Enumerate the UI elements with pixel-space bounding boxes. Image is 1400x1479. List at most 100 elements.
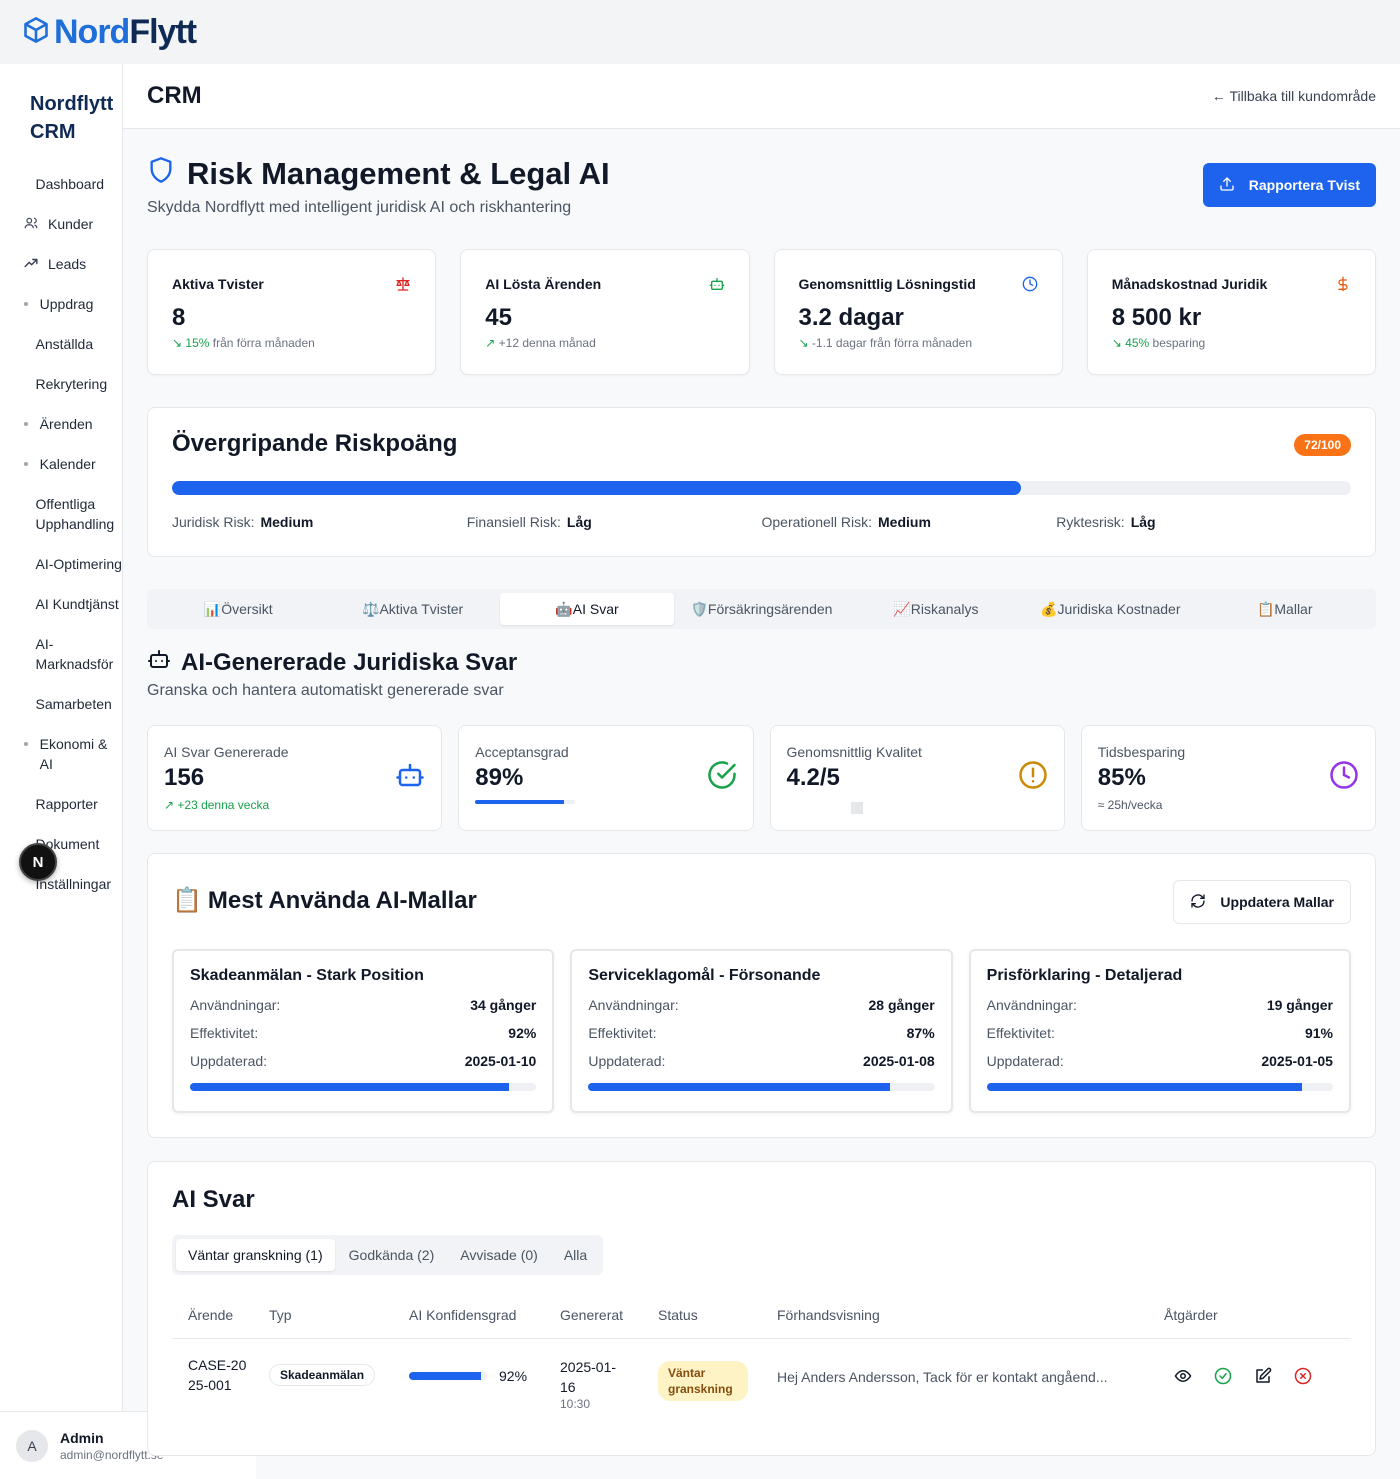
sidebar-item-rekrytering[interactable]: Rekrytering [0, 374, 122, 394]
stat-change-text: +12 denna månad [498, 336, 596, 350]
next-dev-label: N [32, 853, 44, 871]
hero: Risk Management & Legal AI Skydda Nordfl… [147, 155, 1376, 225]
view-button[interactable] [1174, 1367, 1192, 1388]
stat-card-ai-losta-arenden: AI Lösta Ärenden 45 ↗ +12 denna månad [460, 249, 750, 375]
sidebar-item-installningar[interactable]: Inställningar [0, 874, 122, 894]
risk-facts: Juridisk Risk: Medium Finansiell Risk: Låg O… [172, 514, 1351, 530]
tab-riskanalys[interactable]: 📈Riskanalys [849, 593, 1023, 625]
risk-fact-value: Låg [566, 514, 592, 530]
sidebar: Nordflytt CRM Dashboard Kunder Leads Uppdra… [0, 64, 123, 1479]
back-to-customer-link[interactable]: ← Tillbaka till kundområde [1212, 88, 1376, 104]
template-card[interactable]: Prisförklaring - Detaljerad Användningar:… [968, 949, 1351, 1113]
tab-ai-svar[interactable]: 🤖AI Svar [499, 593, 675, 625]
tab-oversikt[interactable]: 📊Översikt [151, 593, 325, 625]
sidebar-item-uppdrag[interactable]: Uppdrag [0, 294, 122, 314]
sidebar-item-anstallda[interactable]: Anställda [0, 334, 122, 354]
sidebar-nav: Dashboard Kunder Leads Uppdrag Anställda Rekr… [0, 174, 122, 894]
hero-subtitle: Skydda Nordflytt med intelligent juridis… [147, 199, 572, 216]
bullet-dot [24, 462, 28, 466]
clipboard-emoji: 📋 [172, 887, 202, 914]
filter-tab-vantar-granskning-1[interactable]: Väntar granskning (1) [176, 1239, 335, 1271]
sidebar-item-arenden[interactable]: Ärenden [0, 414, 122, 434]
reject-button[interactable] [1294, 1367, 1312, 1388]
trend-arrow-icon: ↘ [798, 336, 809, 350]
tab-juridiska-kostnader[interactable]: 💰Juridiska Kostnader [1023, 593, 1197, 625]
template-efficiency-bar [588, 1083, 935, 1091]
approve-button[interactable] [1214, 1367, 1232, 1388]
tab-aktiva-tvister[interactable]: ⚖️Aktiva Tvister [325, 593, 499, 625]
templates-card: 📋 Mest Använda AI-Mallar Uppdatera Malla… [147, 853, 1376, 1138]
template-row-updated: Uppdaterad: 2025-01-08 [588, 1047, 934, 1075]
sidebar-item-leads[interactable]: Leads [0, 254, 122, 274]
type-cell: Skadeanmälan [269, 1364, 376, 1386]
ai-stat-label: AI Svar Genererade [164, 744, 289, 760]
ai-stat-value: 89% [475, 764, 524, 791]
brand-logo[interactable]: NordFlytt [22, 13, 197, 52]
column-header-arende: Ärende [188, 1307, 234, 1323]
preview-text: Hej Anders Andersson, Tack för er kontak… [777, 1369, 1108, 1385]
upload-icon [1219, 176, 1235, 195]
sidebar-item-label: Samarbeten [35, 696, 112, 712]
sidebar-item-dokument[interactable]: Dokument [0, 834, 122, 854]
column-header-status: Status [658, 1307, 698, 1323]
top-bar: NordFlytt [0, 0, 1400, 64]
stat-label: AI Lösta Ärenden [485, 276, 602, 292]
template-efficiency-bar [190, 1083, 537, 1091]
confidence-cell: 92% [409, 1368, 527, 1384]
sidebar-item-kunder[interactable]: Kunder [0, 214, 122, 234]
templates-title-text: Mest Använda AI-Mallar [207, 886, 477, 914]
template-row-value: 92% [508, 1025, 537, 1041]
template-card[interactable]: Skadeanmälan - Stark Position Användninga… [172, 949, 555, 1113]
trending-up-icon [24, 254, 38, 270]
bullet-dot [24, 302, 28, 306]
stat-change-highlight: 15% [185, 336, 210, 350]
column-header-ai-konfidensgrad: AI Konfidensgrad [409, 1307, 517, 1323]
ai-stat-cards: AI Svar Genererade 156 ↗ +23 denna vecka Ac… [147, 725, 1376, 831]
status-cell: Väntar granskning [658, 1361, 748, 1401]
ai-stat-label: Acceptansgrad [475, 744, 569, 760]
template-card[interactable]: Serviceklagomål - Försonande Användningar… [570, 949, 953, 1113]
risk-fact-label: Ryktesrisk: [1056, 514, 1125, 530]
sidebar-item-ai-kundtjanst[interactable]: AI Kundtjänst [0, 594, 122, 614]
refresh-templates-button[interactable]: Uppdatera Mallar [1173, 880, 1351, 924]
filter-tab-alla[interactable]: Alla [552, 1239, 599, 1271]
report-dispute-label: Rapportera Tvist [1248, 177, 1360, 193]
sidebar-item-kalender[interactable]: Kalender [0, 454, 122, 474]
edit-button[interactable] [1254, 1367, 1272, 1388]
sidebar-item-offentliga-upphandling[interactable]: Offentliga Upphandling [0, 494, 122, 534]
risk-fact-operationell-risk: Operationell Risk: Medium [762, 514, 1057, 530]
response-filter-tabs: Väntar granskning (1) Godkända (2) Avvisad… [172, 1235, 604, 1275]
ai-stat-label: Tidsbesparing [1097, 744, 1186, 760]
tab-forsakringsarenden[interactable]: 🛡️Försäkringsärenden [674, 593, 848, 625]
ai-stat-value: 85% [1097, 764, 1146, 791]
tab-mallar[interactable]: 📋Mallar [1198, 593, 1372, 625]
filter-tab-godkanda-2[interactable]: Godkända (2) [337, 1239, 447, 1271]
template-row-label: Uppdaterad: [190, 1053, 268, 1069]
stat-value: 45 [485, 304, 512, 331]
sidebar-item-rapporter[interactable]: Rapporter [0, 794, 122, 814]
case-id[interactable]: CASE-2025-001 [188, 1355, 248, 1395]
sidebar-item-dashboard[interactable]: Dashboard [0, 174, 122, 194]
sidebar-item-samarbeten[interactable]: Samarbeten [0, 694, 122, 714]
bullet-dot [24, 742, 28, 746]
refresh-icon [1190, 893, 1206, 912]
next-dev-button[interactable]: N [19, 843, 57, 881]
template-row-efficiency: Effektivitet: 91% [987, 1019, 1333, 1047]
sidebar-item-ai-marknadsfor[interactable]: AI-Marknadsför [0, 634, 122, 674]
report-dispute-button[interactable]: Rapportera Tvist [1202, 163, 1376, 207]
sidebar-item-ekonomi-ai[interactable]: Ekonomi & AI [0, 734, 122, 774]
template-row-value: 91% [1304, 1025, 1333, 1041]
risk-fact-value: Låg [1130, 514, 1156, 530]
risk-title: Övergripande Riskpoäng [172, 430, 458, 457]
template-efficiency-fill [986, 1083, 1302, 1091]
page-title: CRM [147, 82, 202, 109]
filter-tab-avvisade-0[interactable]: Avvisade (0) [448, 1239, 550, 1271]
users-icon [24, 214, 38, 230]
template-row-value: 2025-01-10 [464, 1053, 537, 1069]
template-row-value: 34 gånger [470, 997, 537, 1013]
ai-responses-card: AI Svar Väntar granskning (1) Godkända (2… [147, 1161, 1376, 1456]
sidebar-item-label: AI-Marknadsför [35, 636, 114, 672]
scale-icon [395, 276, 411, 297]
generated-date: 2025-01-16 [560, 1359, 617, 1395]
sidebar-item-ai-optimering[interactable]: AI-Optimering [0, 554, 122, 574]
